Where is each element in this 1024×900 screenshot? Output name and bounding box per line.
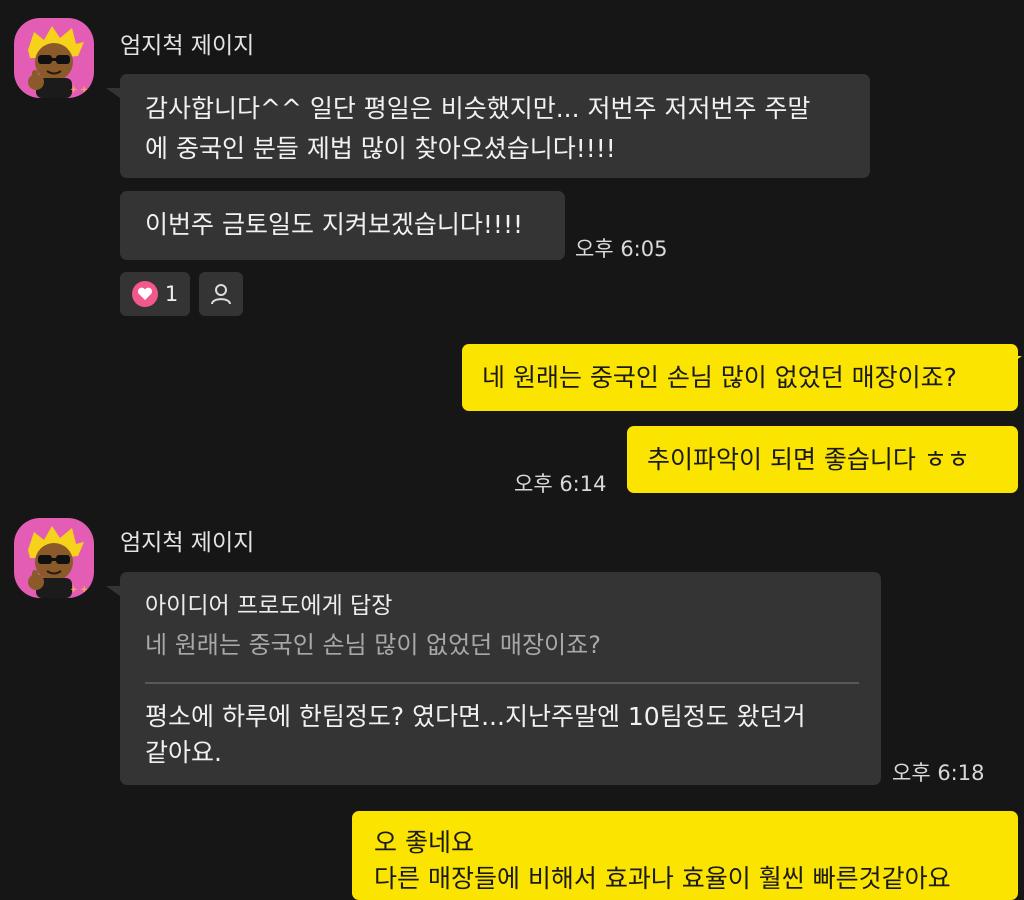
reply-text: 평소에 하루에 한팀정도? 였다면...지난주말엔 10팀정도 왔던거 같아요. bbox=[145, 702, 806, 767]
message-bubble[interactable]: 감사합니다^^ 일단 평일은 비슷했지만... 저번주 저저번주 주말 에 중국… bbox=[120, 74, 870, 178]
reply-header: 아이디어 프로도에게 답장 bbox=[145, 593, 393, 619]
message-time: 오후 6:14 bbox=[514, 472, 607, 496]
bubble-tail bbox=[1008, 356, 1022, 366]
heart-icon bbox=[131, 281, 158, 307]
quoted-message[interactable]: 네 원래는 중국인 손님 많이 없었던 매장이죠? bbox=[145, 630, 601, 660]
chat-window: + + 엄지척 제이지 감사합니다^^ 일단 평일은 비슷했지만... 저번주 … bbox=[0, 0, 1024, 900]
reply-message-bubble[interactable]: 아이디어 프로도에게 답장 네 원래는 중국인 손님 많이 없었던 매장이죠? … bbox=[120, 572, 881, 785]
svg-text:+ +: + + bbox=[70, 85, 88, 95]
my-message-bubble[interactable]: 추이파악이 되면 좋습니다 ㅎㅎ bbox=[627, 426, 1018, 493]
sender-name: 엄지척 제이지 bbox=[120, 33, 255, 59]
message-time: 오후 6:05 bbox=[575, 237, 668, 261]
avatar[interactable]: + + bbox=[14, 518, 94, 598]
my-message-bubble[interactable]: 네 원래는 중국인 손님 많이 없었던 매장이죠? bbox=[462, 344, 1018, 411]
divider bbox=[145, 682, 859, 684]
reaction-heart-button[interactable]: 1 bbox=[120, 272, 190, 316]
my-message-bubble[interactable]: 오 좋네요 다른 매장들에 비해서 효과나 효율이 훨씬 빠른것같아요 bbox=[352, 811, 1018, 900]
message-bubble[interactable]: 이번주 금토일도 지켜보겠습니다!!!! bbox=[120, 191, 565, 260]
thumbs-up-character-icon: + + bbox=[28, 26, 88, 98]
person-icon bbox=[211, 284, 231, 305]
sender-name: 엄지척 제이지 bbox=[120, 530, 255, 556]
reaction-count: 1 bbox=[164, 282, 179, 306]
thumbs-up-character-icon: + + bbox=[28, 526, 88, 598]
message-time: 오후 6:18 bbox=[892, 761, 985, 785]
bubble-tail bbox=[106, 586, 120, 596]
bubble-tail bbox=[106, 88, 120, 98]
add-reaction-button[interactable] bbox=[199, 272, 243, 316]
svg-text:+ +: + + bbox=[70, 585, 88, 595]
avatar[interactable]: + + bbox=[14, 18, 94, 98]
